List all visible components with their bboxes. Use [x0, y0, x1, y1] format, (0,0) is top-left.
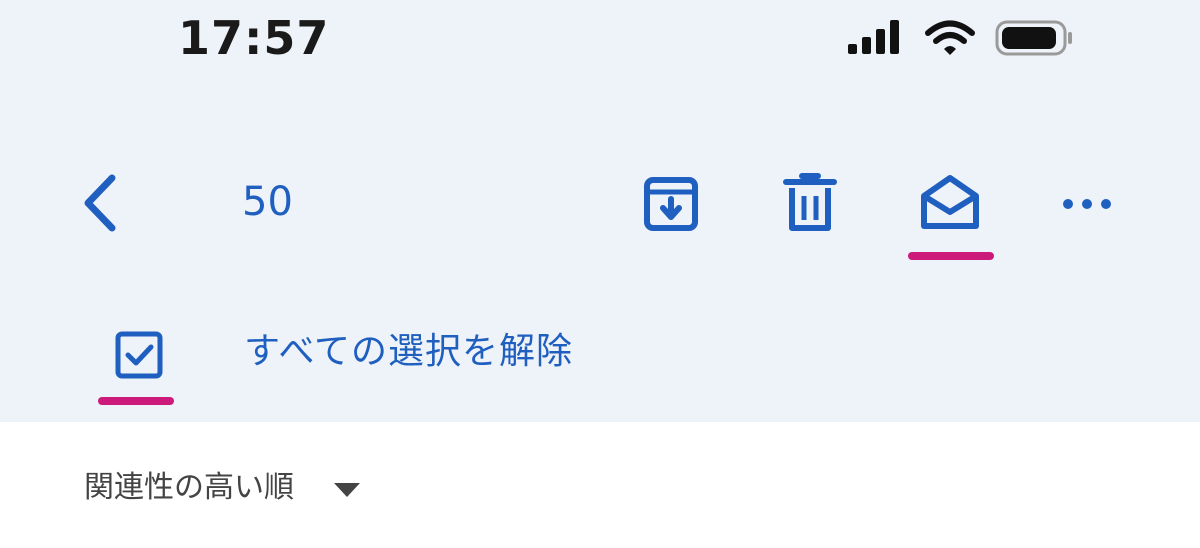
archive-icon[interactable]: [641, 174, 701, 234]
caret-down-icon[interactable]: [332, 480, 362, 500]
deselect-all-button[interactable]: すべての選択を解除: [244, 328, 573, 376]
wifi-icon: [925, 20, 975, 55]
checkbox-highlight-underline: [98, 397, 174, 405]
more-horizontal-icon[interactable]: [1062, 194, 1112, 214]
battery-icon: [995, 20, 1072, 56]
chevron-left-icon[interactable]: [76, 168, 126, 238]
status-icons: [846, 18, 1086, 62]
status-time: 17:57: [178, 11, 330, 65]
open-envelope-icon[interactable]: [918, 172, 982, 232]
trash-icon[interactable]: [780, 172, 840, 236]
envelope-highlight-underline: [908, 252, 994, 260]
sort-order-dropdown[interactable]: 関連性の高い順: [84, 466, 294, 510]
checked-checkbox-icon[interactable]: [114, 330, 164, 380]
selected-count: 50: [242, 179, 293, 225]
